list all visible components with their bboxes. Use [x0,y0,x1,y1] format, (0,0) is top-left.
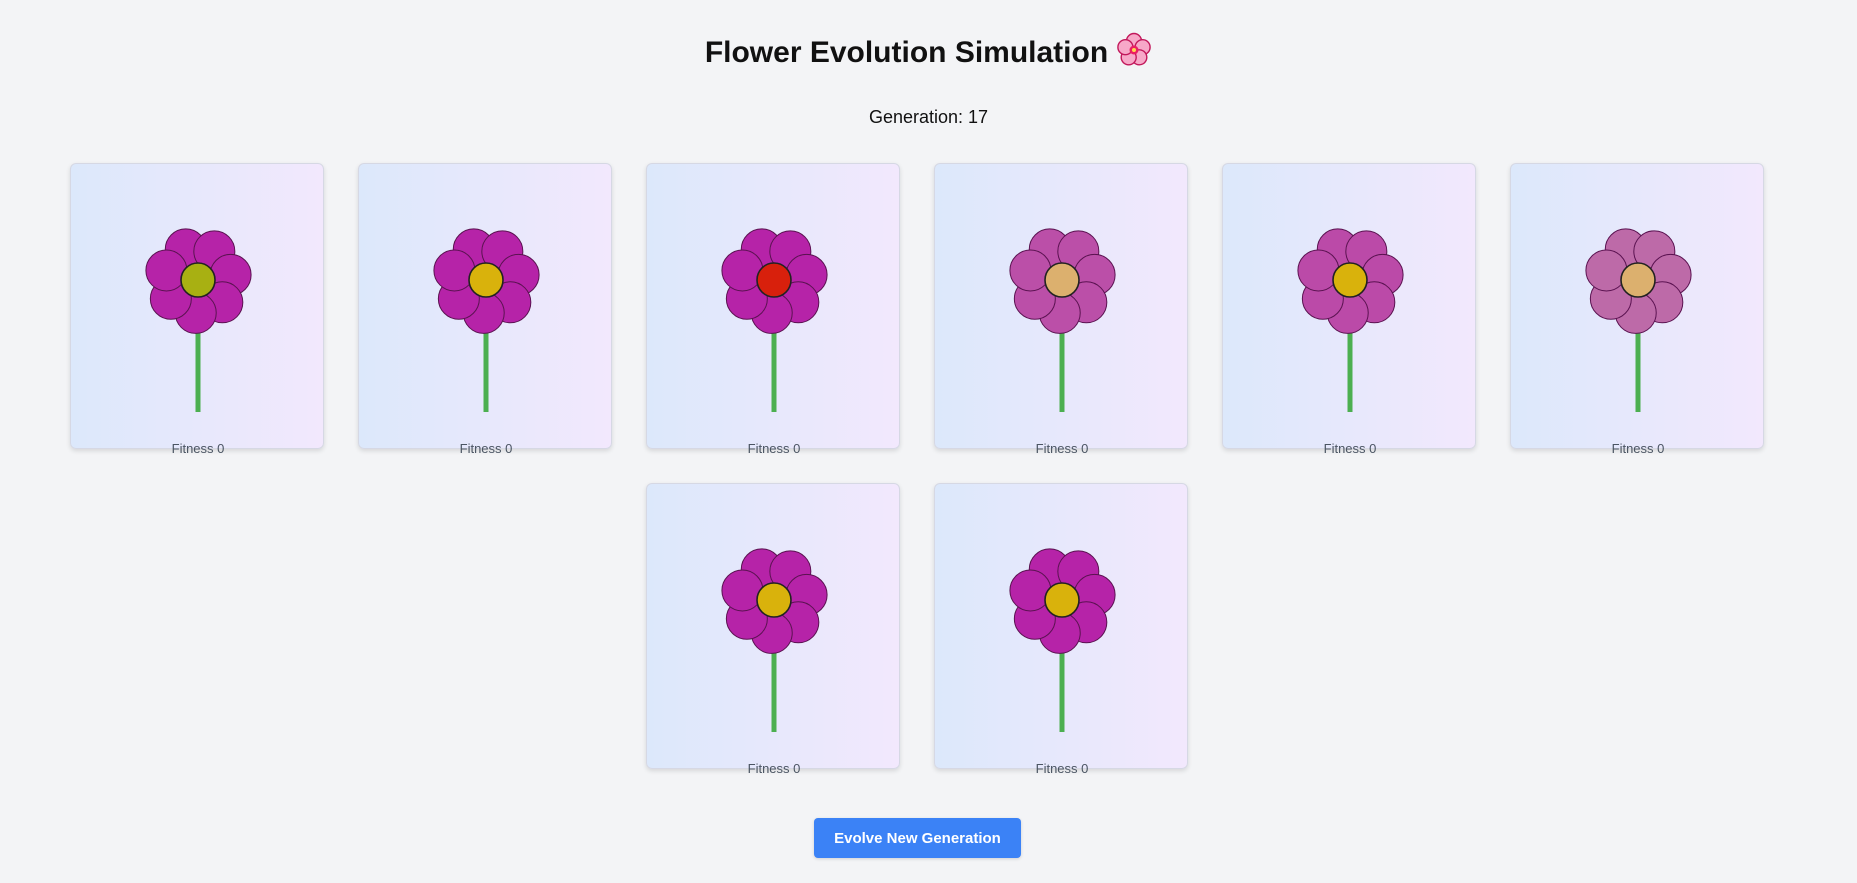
flower-illustration [145,228,252,412]
cherry-blossom-icon [1117,32,1151,66]
flower-card[interactable]: Fitness 0 [1510,163,1764,456]
flower-petal [721,569,764,612]
flower-center [1620,262,1656,298]
flower-petal [1297,249,1340,292]
fitness-label: Fitness 0 [1323,441,1377,456]
flower-illustration [433,228,540,412]
fitness-label: Fitness 0 [1611,441,1665,456]
flower-center [468,262,504,298]
flower-petal [1009,249,1052,292]
fitness-label: Fitness 0 [747,761,801,776]
flower-illustration [1009,548,1116,732]
flower-card[interactable]: Fitness 0 [358,163,612,456]
fitness-label: Fitness 0 [171,441,225,456]
generation-counter: Generation: 17 [868,107,989,127]
fitness-label: Fitness 0 [1035,441,1089,456]
flower-card[interactable]: Fitness 0 [646,483,900,776]
flower-center [1044,262,1080,298]
flower-card[interactable]: Fitness 0 [646,163,900,456]
flower-petal [1009,569,1052,612]
flower-illustration [1297,228,1404,412]
flower-center [180,262,216,298]
flower-petal [433,249,476,292]
flower-center [1044,582,1080,618]
page-title-text: Flower Evolution Simulation [704,36,1109,69]
fitness-label: Fitness 0 [459,441,513,456]
flower-petal [721,249,764,292]
fitness-label: Fitness 0 [1035,761,1089,776]
flower-petal [145,249,188,292]
flower-illustration [1585,228,1692,412]
flower-card[interactable]: Fitness 0 [1222,163,1476,456]
flower-center [1332,262,1368,298]
evolve-button[interactable]: Evolve New Generation [814,818,1021,858]
flower-center [756,262,792,298]
flower-illustration [721,548,828,732]
page-title: Flower Evolution Simulation [0,30,1857,76]
flower-illustration [721,228,828,412]
flower-card[interactable]: Fitness 0 [934,163,1188,456]
flower-petal [1585,249,1628,292]
flower-card[interactable]: Fitness 0 [934,483,1188,776]
flower-card[interactable]: Fitness 0 [70,163,324,456]
flower-center [756,582,792,618]
fitness-label: Fitness 0 [747,441,801,456]
flower-illustration [1009,228,1116,412]
